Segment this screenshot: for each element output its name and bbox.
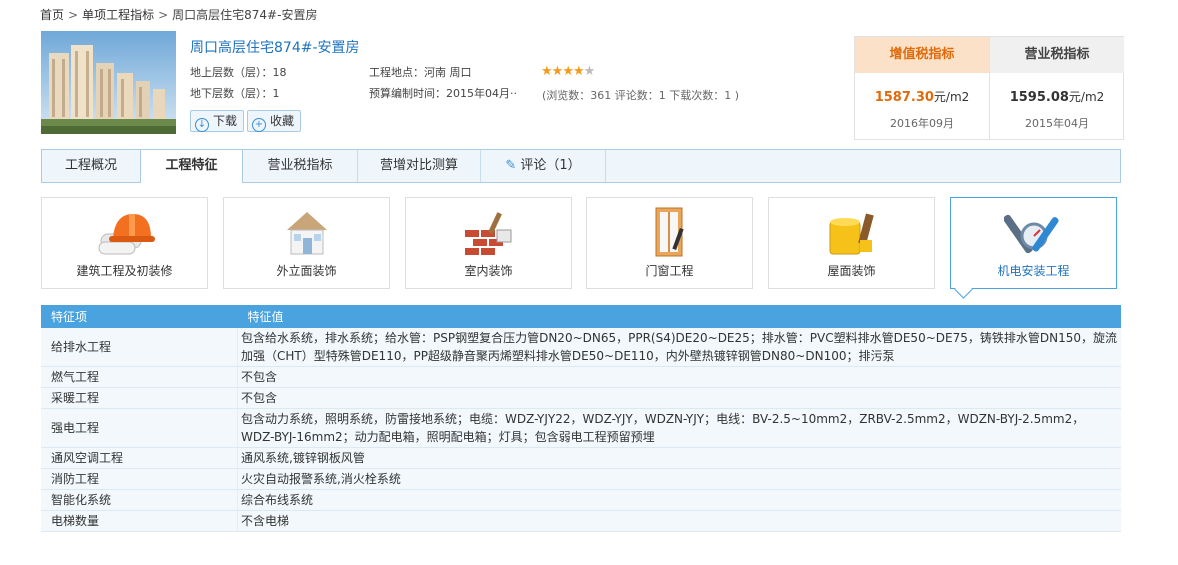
table-row: 通风空调工程 通风系统,镀锌钢板风管	[41, 447, 1121, 469]
feature-item: 智能化系统	[41, 489, 238, 511]
breadcrumb-separator: >	[68, 8, 79, 22]
business-tax-date: 2015年04月	[1025, 117, 1089, 130]
star-icon: ★	[541, 64, 553, 79]
download-icon: ↓	[195, 118, 209, 132]
feature-item-header: 特征项	[41, 305, 238, 328]
feature-value: 不包含	[237, 366, 1121, 388]
tab-comments[interactable]: ✎ 评论（1）	[481, 150, 606, 182]
project-title[interactable]: 周口高层住宅874#-安置房	[190, 37, 360, 57]
feature-value-header: 特征值	[237, 305, 1121, 328]
tab-features[interactable]: 工程特征	[140, 149, 243, 183]
category-label: 建筑工程及初装修	[76, 264, 173, 278]
feature-value: 火灾自动报警系统,消火栓系统	[237, 468, 1121, 490]
category-label: 屋面装饰	[827, 264, 876, 278]
feature-item: 通风空调工程	[41, 447, 238, 469]
star-icon: ★	[572, 64, 585, 79]
tab-business-tax[interactable]: 营业税指标	[243, 150, 358, 182]
breadcrumb: 首页 > 单项工程指标 > 周口高层住宅874#-安置房	[40, 6, 317, 23]
vat-indicator-date: 2016年09月	[890, 117, 954, 130]
table-row: 智能化系统 综合布线系统	[41, 489, 1121, 511]
breadcrumb-current: 周口高层住宅874#-安置房	[172, 8, 318, 22]
feature-item: 电梯数量	[41, 510, 238, 532]
ellipsis-icon: ··	[510, 87, 517, 100]
category-building[interactable]: 建筑工程及初装修	[41, 197, 208, 289]
breadcrumb-separator: >	[158, 8, 169, 22]
selected-pointer	[954, 280, 973, 299]
plus-icon: +	[252, 118, 266, 132]
table-row: 电梯数量 不含电梯	[41, 510, 1121, 532]
table-header-row: 特征项 特征值	[41, 305, 1121, 328]
category-label: 机电安装工程	[997, 264, 1070, 278]
breadcrumb-section[interactable]: 单项工程指标	[82, 8, 154, 22]
tax-indicator-panel: 增值税指标 1587.30元/m2 2016年09月 营业税指标 1595.08…	[854, 36, 1124, 140]
above-ground-floors: 地上层数（层）：18	[190, 66, 287, 79]
favorite-button[interactable]: + 收藏	[247, 110, 302, 132]
tab-overview[interactable]: 工程概况	[42, 150, 141, 182]
category-facade[interactable]: 外立面装饰	[223, 197, 390, 289]
feature-item: 采暖工程	[41, 387, 238, 409]
feature-item: 强电工程	[41, 408, 238, 448]
category-interior[interactable]: 室内装饰	[405, 197, 572, 289]
tab-vat-comparison[interactable]: 营增对比测算	[358, 150, 481, 182]
star-icon: ★	[562, 64, 574, 79]
business-tax-title: 营业税指标	[990, 37, 1124, 73]
project-location: 工程地点：河南 周口	[369, 66, 472, 79]
hardhat-blueprint-icon	[98, 214, 155, 255]
door-icon	[655, 207, 684, 257]
feature-table: 特征项 特征值 给排水工程 包含给水系统，排水系统；给水管：PSP钢塑复合压力管…	[41, 305, 1121, 532]
project-stats: (浏览数：361 评论数：1 下载次数：1 )	[542, 89, 740, 102]
project-thumbnail[interactable]	[41, 31, 176, 134]
feature-value: 不含电梯	[237, 510, 1121, 532]
download-button[interactable]: ↓ 下载	[190, 110, 245, 132]
business-tax-indicator[interactable]: 营业税指标 1595.08元/m2 2015年04月	[989, 37, 1124, 139]
table-row: 给排水工程 包含给水系统，排水系统；给水管：PSP钢塑复合压力管DN20~DN6…	[41, 328, 1121, 367]
feature-value: 不包含	[237, 387, 1121, 409]
business-tax-value: 1595.08元/m2	[1009, 90, 1105, 105]
breadcrumb-home[interactable]: 首页	[40, 8, 64, 22]
favorite-label: 收藏	[270, 114, 295, 128]
download-label: 下载	[213, 114, 238, 128]
pencil-icon: ✎	[505, 158, 517, 173]
budget-time: 预算编制时间：2015年04月··	[369, 85, 517, 101]
table-row: 燃气工程 不包含	[41, 366, 1121, 388]
budget-time-label: 预算编制时间：	[369, 87, 446, 100]
feature-item: 给排水工程	[41, 328, 238, 367]
category-label: 室内装饰	[464, 264, 513, 278]
table-row: 采暖工程 不包含	[41, 387, 1121, 409]
table-row: 强电工程 包含动力系统，照明系统，防雷接地系统；电缆：WDZ-YJY22，WDZ…	[41, 408, 1121, 448]
below-ground-floors: 地下层数（层）：1	[190, 87, 280, 100]
category-label: 外立面装饰	[276, 264, 337, 278]
tab-bar: 工程概况 工程特征 营业税指标 营增对比测算 ✎ 评论（1）	[41, 149, 1121, 183]
category-label: 门窗工程	[645, 264, 694, 278]
vat-indicator[interactable]: 增值税指标 1587.30元/m2 2016年09月	[855, 37, 989, 139]
category-roofing[interactable]: 屋面装饰	[768, 197, 935, 289]
house-icon	[286, 212, 327, 255]
rating-stars: ★★★★★	[541, 64, 596, 79]
feature-value: 通风系统,镀锌钢板风管	[237, 447, 1121, 469]
vat-indicator-value: 1587.30元/m2	[874, 90, 970, 105]
brick-paint-icon	[464, 212, 511, 255]
wrench-gauge-icon	[1003, 214, 1059, 254]
feature-value: 包含给水系统，排水系统；给水管：PSP钢塑复合压力管DN20~DN65，PPR(…	[237, 328, 1121, 367]
feature-item: 消防工程	[41, 468, 238, 490]
feature-item: 燃气工程	[41, 366, 238, 388]
star-icon: ★	[551, 64, 564, 79]
star-empty-icon: ★	[583, 64, 596, 79]
paint-bucket-icon	[829, 213, 874, 255]
category-doors-windows[interactable]: 门窗工程	[586, 197, 753, 289]
budget-time-value: 2015年04月	[446, 87, 510, 100]
tab-comments-label: 评论（1）	[520, 158, 581, 173]
category-mep[interactable]: 机电安装工程	[950, 197, 1117, 299]
feature-value: 综合布线系统	[237, 489, 1121, 511]
vat-indicator-title: 增值税指标	[855, 37, 989, 73]
feature-value: 包含动力系统，照明系统，防雷接地系统；电缆：WDZ-YJY22，WDZ-YJY，…	[237, 408, 1121, 448]
table-row: 消防工程 火灾自动报警系统,消火栓系统	[41, 468, 1121, 490]
